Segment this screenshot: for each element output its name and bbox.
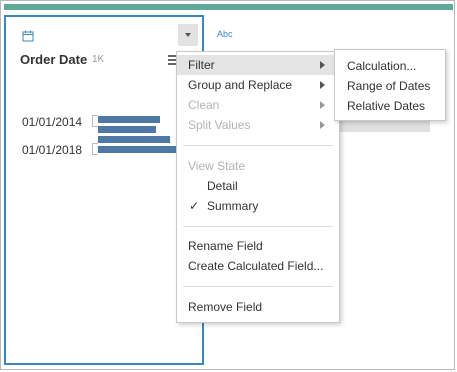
menu-separator <box>183 145 333 146</box>
menu-item-group-and-replace[interactable]: Group and Replace <box>177 75 339 95</box>
menu-item-label: Clean <box>188 98 220 112</box>
field-count: 1K <box>92 54 105 65</box>
field-menu-button[interactable] <box>178 24 198 46</box>
histogram-bar[interactable] <box>98 116 160 123</box>
menu-item-label: Group and Replace <box>188 78 293 92</box>
submenu-item-range-of-dates[interactable]: Range of Dates <box>347 76 430 96</box>
submenu-arrow-icon <box>320 121 325 129</box>
menu-item-remove-field[interactable]: Remove Field <box>177 297 339 317</box>
histogram-bar[interactable] <box>98 126 156 133</box>
date-bin-label[interactable]: 01/01/2014 <box>22 115 82 129</box>
menu-item-filter[interactable]: Filter <box>177 55 339 75</box>
menu-item-split-values: Split Values <box>177 115 339 135</box>
second-column-bar <box>340 120 430 132</box>
field-profile-card[interactable]: Order Date 1K 01/01/2014 01/01/2018 <box>4 15 204 365</box>
string-type-icon: Abc <box>217 29 233 39</box>
menu-separator <box>183 286 333 287</box>
histogram-bar[interactable] <box>98 146 178 153</box>
menu-item-label: Filter <box>188 58 215 72</box>
menu-item-rename-field[interactable]: Rename Field <box>177 236 339 256</box>
top-accent-bar <box>4 4 453 10</box>
filter-submenu: Calculation... Range of Dates Relative D… <box>334 49 446 121</box>
histogram-bar[interactable] <box>98 136 170 143</box>
calendar-icon <box>22 30 34 42</box>
menu-item-detail[interactable]: Detail <box>177 176 339 196</box>
menu-item-clean: Clean <box>177 95 339 115</box>
submenu-arrow-icon <box>320 81 325 89</box>
field-context-menu: Filter Group and Replace Clean Split Val… <box>176 51 340 323</box>
field-name: Order Date <box>20 52 88 67</box>
menu-item-label: Split Values <box>188 118 251 132</box>
submenu-arrow-icon <box>320 101 325 109</box>
submenu-item-calculation[interactable]: Calculation... <box>347 56 416 76</box>
menu-item-summary[interactable]: ✓ Summary <box>177 196 339 216</box>
date-bin-label[interactable]: 01/01/2018 <box>22 143 82 157</box>
menu-item-label: Summary <box>207 199 259 213</box>
menu-separator <box>183 226 333 227</box>
checkmark-icon: ✓ <box>189 199 200 213</box>
submenu-item-relative-dates[interactable]: Relative Dates <box>347 96 425 116</box>
menu-header-view-state: View State <box>188 159 246 173</box>
menu-item-create-calculated-field[interactable]: Create Calculated Field... <box>177 256 339 276</box>
chevron-down-icon <box>185 33 191 37</box>
submenu-arrow-icon <box>320 61 325 69</box>
